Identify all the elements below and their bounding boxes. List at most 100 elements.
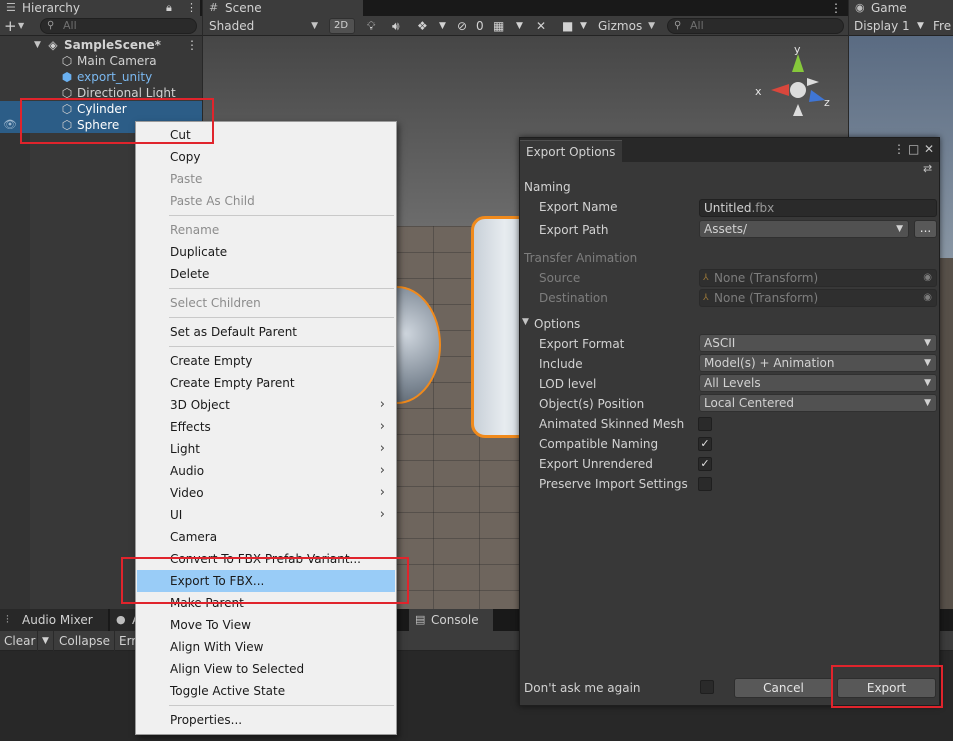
menu-item-label: Duplicate — [170, 245, 228, 259]
include-dropdown[interactable]: Model(s) + Animation ▼ — [699, 354, 937, 372]
audio-icon[interactable]: 🔊︎ — [392, 16, 400, 36]
dialog-title-tab[interactable]: Export Options — [520, 140, 622, 162]
tools-icon[interactable]: ✕ — [536, 16, 546, 36]
add-icon[interactable]: + — [4, 16, 17, 36]
tab-audio-mixer[interactable]: ⫶ Audio Mixer — [0, 609, 108, 631]
export-path-dropdown[interactable]: Assets/ ▼ — [699, 220, 909, 238]
console-tab-label: Console — [431, 613, 479, 627]
menu-item-delete[interactable]: Delete — [137, 263, 395, 285]
foldout-arrow-icon[interactable]: ▼ — [522, 317, 529, 327]
menu-item-toggle-active-state[interactable]: Toggle Active State — [137, 680, 395, 702]
export-unrendered-checkbox[interactable]: ✓ — [698, 457, 712, 471]
menu-item-align-view-to-selected[interactable]: Align View to Selected — [137, 658, 395, 680]
menu-separator — [169, 705, 394, 706]
tab-console[interactable]: ▤ Console — [409, 609, 493, 631]
scene-menu-icon[interactable]: ⋮ — [830, 0, 842, 16]
chevron-down-icon[interactable]: ▼ — [18, 16, 24, 36]
dont-ask-again-checkbox[interactable] — [700, 680, 714, 694]
annotation-box-export-menu-item — [121, 557, 409, 604]
menu-item-properties[interactable]: Properties... — [137, 709, 395, 731]
compatible-naming-checkbox[interactable]: ✓ — [698, 437, 712, 451]
effects-icon[interactable]: ❖ — [417, 16, 428, 36]
2d-toggle-button[interactable]: 2D — [329, 18, 355, 34]
menu-item-3d-object[interactable]: 3D Object › — [137, 394, 395, 416]
shading-mode-dropdown[interactable]: Shaded ▼ — [203, 18, 323, 34]
transform-icon: ⅄ — [703, 273, 709, 283]
menu-item-ui[interactable]: UI › — [137, 504, 395, 526]
gizmos-dropdown[interactable]: Gizmos ▼ — [592, 18, 660, 34]
hierarchy-search-input[interactable]: ⚲ All — [40, 18, 197, 34]
tab-game[interactable]: ◉ Game — [849, 0, 953, 16]
game-tab-label: Game — [871, 1, 907, 15]
visibility-eye-icon[interactable]: 👁︎ — [3, 117, 17, 133]
export-name-field[interactable]: Untitled.fbx — [699, 199, 937, 217]
menu-item-select-children: Select Children — [137, 292, 395, 314]
menu-item-create-empty-parent[interactable]: Create Empty Parent — [137, 372, 395, 394]
menu-item-audio[interactable]: Audio › — [137, 460, 395, 482]
menu-item-video[interactable]: Video › — [137, 482, 395, 504]
menu-item-create-empty[interactable]: Create Empty — [137, 350, 395, 372]
menu-item-camera[interactable]: Camera — [137, 526, 395, 548]
console-icon: ▤ — [415, 613, 426, 626]
chevron-down-icon[interactable]: ▼ — [580, 16, 587, 36]
lod-level-dropdown[interactable]: All Levels ▼ — [699, 374, 937, 392]
unity-scene-icon: ◈ — [48, 38, 58, 52]
lighting-icon[interactable]: 💡︎ — [367, 16, 375, 36]
scene-search-input[interactable]: ⚲ All — [667, 18, 844, 34]
scene-orientation-gizmo[interactable]: y x z — [751, 42, 841, 122]
menu-item-light[interactable]: Light › — [137, 438, 395, 460]
camera-icon[interactable]: ■ — [562, 16, 573, 36]
settings-sliders-icon[interactable]: ⇄ — [923, 162, 932, 175]
menu-item-set-default-parent[interactable]: Set as Default Parent — [137, 321, 395, 343]
scene-menu-icon[interactable]: ⋮ — [186, 37, 198, 53]
tab-scene[interactable]: # Scene — [203, 0, 363, 16]
export-format-dropdown[interactable]: ASCII ▼ — [699, 334, 937, 352]
menu-item-duplicate[interactable]: Duplicate — [137, 241, 395, 263]
menu-item-label: Move To View — [170, 618, 251, 632]
options-header[interactable]: Options — [534, 316, 580, 332]
menu-kebab-icon[interactable]: ⋮ — [186, 0, 197, 16]
export-options-dialog: Export Options ⋮ □ ✕ ⇄ Naming Export Nam… — [519, 137, 940, 706]
game-toolbar: Display 1 ▼ Fre — [849, 16, 953, 36]
object-position-dropdown[interactable]: Local Centered ▼ — [699, 394, 937, 412]
lock-icon[interactable]: 🔒︎ — [166, 0, 172, 16]
preserve-import-settings-checkbox[interactable] — [698, 477, 712, 491]
collapse-toggle[interactable]: Collapse — [55, 631, 115, 651]
chevron-right-icon: › — [379, 441, 385, 456]
chevron-down-icon[interactable]: ▼ — [38, 631, 54, 651]
menu-item-label: Effects — [170, 420, 211, 434]
axis-x-label: x — [755, 85, 762, 98]
browse-button[interactable]: ... — [914, 220, 937, 238]
menu-item-label: Copy — [170, 150, 201, 164]
aspect-dropdown[interactable]: Fre — [933, 16, 951, 36]
menu-kebab-icon[interactable]: ⋮ — [893, 142, 905, 156]
chevron-down-icon[interactable]: ▼ — [516, 16, 523, 36]
export-format-label: Export Format — [539, 337, 625, 351]
menu-item-label: 3D Object — [170, 398, 230, 412]
menu-item-copy[interactable]: Copy — [137, 146, 395, 168]
tab-hierarchy[interactable]: ☰ Hierarchy 🔒︎ ⋮ — [0, 0, 200, 16]
clear-button[interactable]: Clear — [0, 631, 38, 651]
hidden-objects-icon[interactable]: ⊘ — [457, 16, 467, 36]
chevron-right-icon: › — [379, 485, 385, 500]
animated-skinned-mesh-label: Animated Skinned Mesh — [539, 417, 685, 431]
menu-item-effects[interactable]: Effects › — [137, 416, 395, 438]
animated-skinned-mesh-checkbox[interactable] — [698, 417, 712, 431]
menu-item-label: Audio — [170, 464, 205, 478]
foldout-arrow-icon[interactable]: ▼ — [34, 37, 41, 53]
scene-root-row[interactable]: ▼ ◈ SampleScene* ⋮ — [0, 37, 202, 53]
hierarchy-item-export-unity[interactable]: ⬢ export_unity — [0, 69, 202, 85]
display-dropdown[interactable]: Display 1 — [854, 16, 910, 36]
cancel-button[interactable]: Cancel — [734, 678, 833, 698]
menu-item-align-with-view[interactable]: Align With View — [137, 636, 395, 658]
export-unrendered-label: Export Unrendered — [539, 457, 653, 471]
maximize-icon[interactable]: □ — [908, 142, 919, 156]
chevron-down-icon[interactable]: ▼ — [439, 16, 446, 36]
menu-item-move-to-view[interactable]: Move To View — [137, 614, 395, 636]
close-icon[interactable]: ✕ — [924, 142, 934, 156]
lod-level-value: All Levels — [704, 376, 761, 390]
grid-snap-icon[interactable]: ▦ — [493, 16, 504, 36]
scene-tab-label: Scene — [225, 1, 262, 15]
chevron-down-icon[interactable]: ▼ — [917, 16, 924, 36]
hierarchy-item-main-camera[interactable]: ⬡ Main Camera — [0, 53, 202, 69]
